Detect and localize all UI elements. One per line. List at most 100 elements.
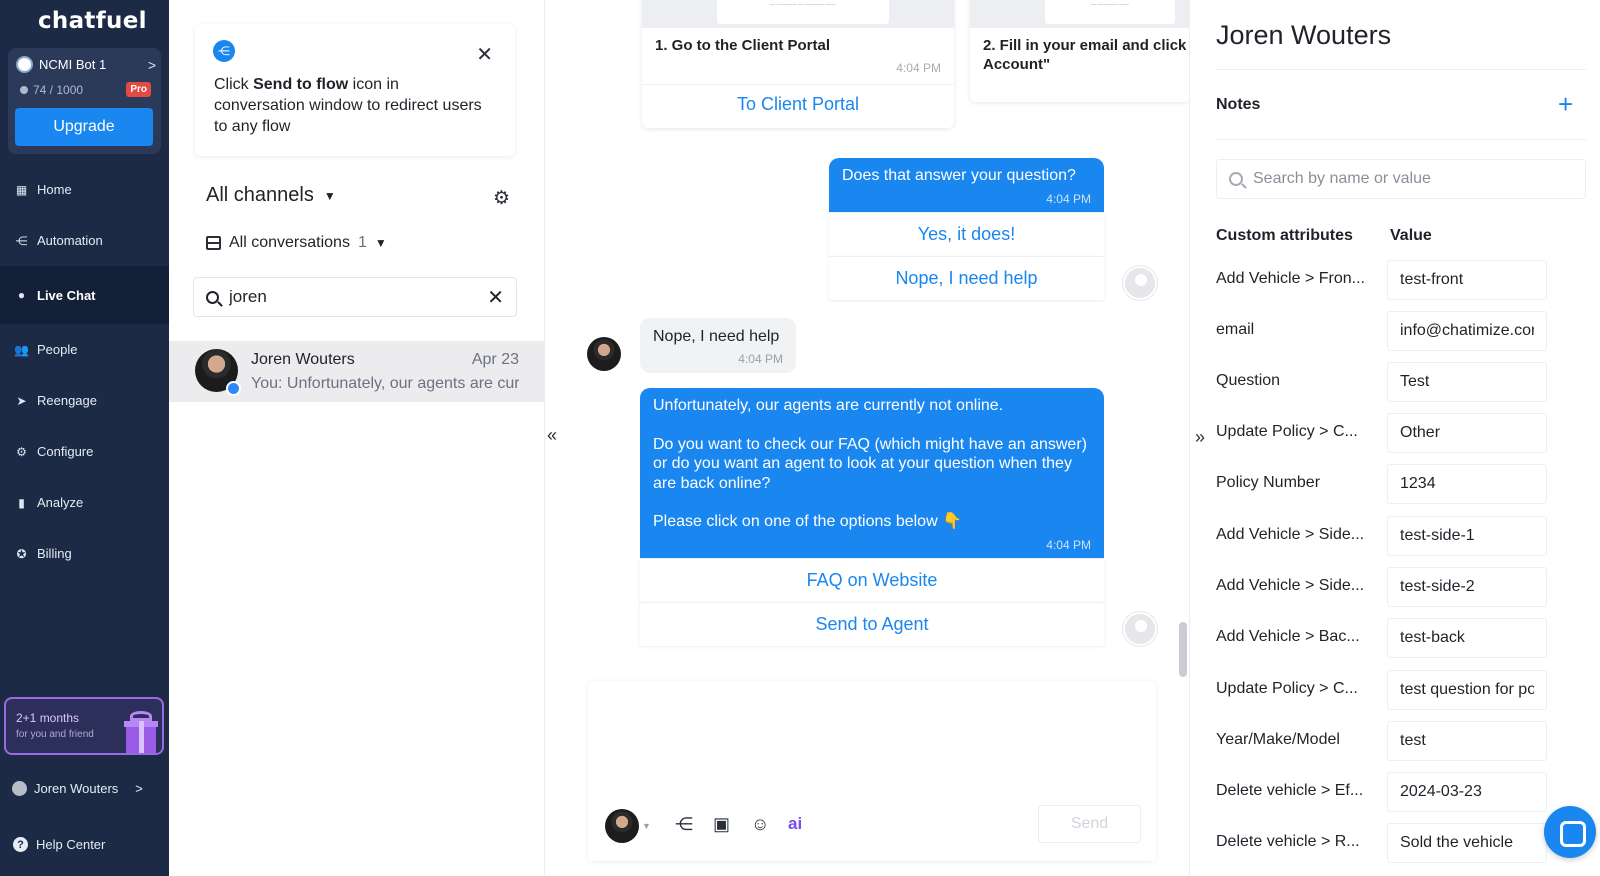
attribute-name: Add Vehicle > Bac...: [1216, 628, 1360, 645]
quick-reply-need-help[interactable]: Nope, I need help: [829, 256, 1104, 300]
settings-gear-icon[interactable]: ⚙: [493, 187, 510, 210]
promo-title: 2+1 months: [16, 711, 80, 725]
attribute-value-input[interactable]: [1387, 260, 1547, 300]
sidebar-item-label: Billing: [37, 546, 72, 561]
conversation-item[interactable]: Joren Wouters Apr 23 You: Unfortunately,…: [169, 341, 544, 402]
quick-reply-send-to-agent[interactable]: Send to Agent: [640, 602, 1104, 646]
chat-scrollbar[interactable]: [1179, 622, 1187, 677]
message-time: 4:04 PM: [1046, 538, 1091, 552]
sidebar-item-label: Home: [37, 182, 72, 197]
image-icon[interactable]: ▣: [713, 814, 730, 835]
attribute-row: Update Policy > C...: [1216, 413, 1556, 453]
sidebar-item-billing[interactable]: ✪ Billing: [0, 528, 169, 579]
attribute-row: Add Vehicle > Bac...: [1216, 618, 1556, 658]
sidebar-item-reengage[interactable]: ➤ Reengage: [0, 375, 169, 426]
clear-icon[interactable]: ✕: [487, 285, 504, 310]
message-text: Unfortunately, our agents are currently …: [653, 397, 1087, 530]
conversation-name: Joren Wouters: [251, 351, 355, 368]
send-to-flow-tip: ⋲ ✕ Click Send to flow icon in conversat…: [195, 24, 515, 156]
message-composer[interactable]: ▼ ⋲ ▣ ☺ ai Send: [588, 681, 1156, 861]
messenger-icon: [226, 381, 241, 396]
home-icon: ▦: [15, 182, 28, 197]
bar-chart-icon: ▮: [18, 495, 25, 510]
conversation-filter[interactable]: All conversations 1 ▼: [206, 234, 387, 252]
attribute-name: Add Vehicle > Side...: [1216, 526, 1365, 543]
attribute-value-input[interactable]: [1387, 464, 1547, 504]
attribute-value-input[interactable]: [1387, 362, 1547, 402]
help-center-label: Help Center: [36, 837, 106, 852]
gift-icon: [124, 711, 158, 753]
chat-icon: ●: [17, 288, 26, 302]
attribute-value-input[interactable]: [1387, 567, 1547, 607]
add-note-icon[interactable]: +: [1558, 89, 1573, 120]
sidebar-item-automation[interactable]: ⋲ Automation: [0, 215, 169, 266]
quick-reply-faq[interactable]: FAQ on Website: [640, 558, 1104, 602]
caret-down-icon[interactable]: ▼: [642, 821, 651, 831]
account-menu[interactable]: Joren Wouters >: [12, 781, 143, 796]
sidebar-item-live-chat[interactable]: ● Live Chat: [0, 266, 169, 324]
conversation-filter-label: All conversations: [229, 234, 350, 251]
help-center-link[interactable]: ? Help Center: [13, 837, 105, 852]
attribute-name: Delete vehicle > R...: [1216, 833, 1360, 850]
card-image: — ———— ——: [970, 0, 1190, 28]
sidebar-item-analyze[interactable]: ▮ Analyze: [0, 477, 169, 528]
sidebar-item-label: Configure: [37, 444, 94, 459]
attribute-value-input[interactable]: [1387, 823, 1547, 863]
referral-promo[interactable]: 2+1 months for you and friend: [4, 697, 164, 755]
card-title: 2. Fill in your email and click "Sign in…: [983, 37, 1190, 73]
attribute-value-input[interactable]: [1387, 772, 1547, 812]
sidebar-item-configure[interactable]: ⚙ Configure: [0, 426, 169, 477]
search-icon: [206, 290, 219, 304]
attribute-value-input[interactable]: [1387, 721, 1547, 761]
attribute-value-input[interactable]: [1387, 516, 1547, 556]
profile-name: Joren Wouters: [1216, 20, 1392, 50]
attribute-value-input[interactable]: [1387, 311, 1547, 351]
ai-assist-icon[interactable]: ai: [788, 814, 802, 834]
quota-icon: [20, 86, 28, 94]
bot-avatar: [1123, 266, 1157, 300]
emoji-icon[interactable]: ☺: [751, 814, 769, 835]
channel-filter[interactable]: All channels ▼: [206, 184, 336, 207]
sidebar-item-label: People: [37, 342, 78, 357]
avatar[interactable]: [605, 809, 639, 843]
sidebar-item-home[interactable]: ▦ Home: [0, 164, 169, 215]
card-title: 1. Go to the Client Portal: [655, 37, 831, 54]
bot-quota: 74 / 1000: [20, 83, 83, 97]
attribute-row: Year/Make/Model: [1216, 721, 1556, 761]
conversation-search-input[interactable]: [229, 287, 478, 307]
logo[interactable]: chatfuel: [38, 8, 147, 34]
attribute-value-input[interactable]: [1387, 670, 1547, 710]
attribute-name: Delete vehicle > Ef...: [1216, 782, 1364, 799]
attribute-row: Add Vehicle > Side...: [1216, 516, 1556, 556]
bot-card: NCMI Bot 1 > 74 / 1000 Pro Upgrade: [8, 48, 161, 154]
attribute-name: Add Vehicle > Side...: [1216, 577, 1365, 594]
channel-filter-label: All channels: [206, 184, 314, 206]
quick-reply-yes[interactable]: Yes, it does!: [829, 212, 1104, 256]
sidebar-item-label: Analyze: [37, 495, 84, 510]
client-portal-button[interactable]: To Client Portal: [642, 84, 954, 124]
send-button[interactable]: Send: [1038, 805, 1141, 843]
divider: [1216, 139, 1586, 140]
attribute-name: Add Vehicle > Fron...: [1216, 270, 1365, 287]
upgrade-button[interactable]: Upgrade: [15, 108, 153, 146]
close-icon[interactable]: ✕: [476, 42, 493, 67]
send-to-flow-icon[interactable]: ⋲: [675, 814, 693, 835]
attribute-value-input[interactable]: [1387, 618, 1547, 658]
support-chat-icon[interactable]: [1544, 806, 1596, 858]
profile-panel: Joren Wouters Notes + Custom attributes …: [1189, 0, 1600, 876]
promo-subtitle: for you and friend: [16, 729, 94, 740]
conversation-preview: You: Unfortunately, our agents are curre…: [251, 375, 519, 392]
attribute-value-input[interactable]: [1387, 413, 1547, 453]
attribute-search-input[interactable]: [1253, 170, 1585, 188]
conversation-search: ✕: [193, 277, 517, 317]
sidebar-item-label: Reengage: [37, 393, 97, 408]
bot-selector[interactable]: NCMI Bot 1 >: [16, 56, 156, 73]
sidebar-item-people[interactable]: 👥 People: [0, 324, 169, 375]
chevron-right-icon: >: [135, 781, 143, 796]
collapse-panel-icon[interactable]: «: [547, 425, 557, 446]
bot-avatar: [1123, 612, 1157, 646]
user-message: Nope, I need help 4:04 PM: [640, 318, 796, 373]
divider: [1216, 69, 1586, 70]
search-icon: [1229, 172, 1243, 186]
expand-panel-icon[interactable]: »: [1195, 427, 1205, 448]
